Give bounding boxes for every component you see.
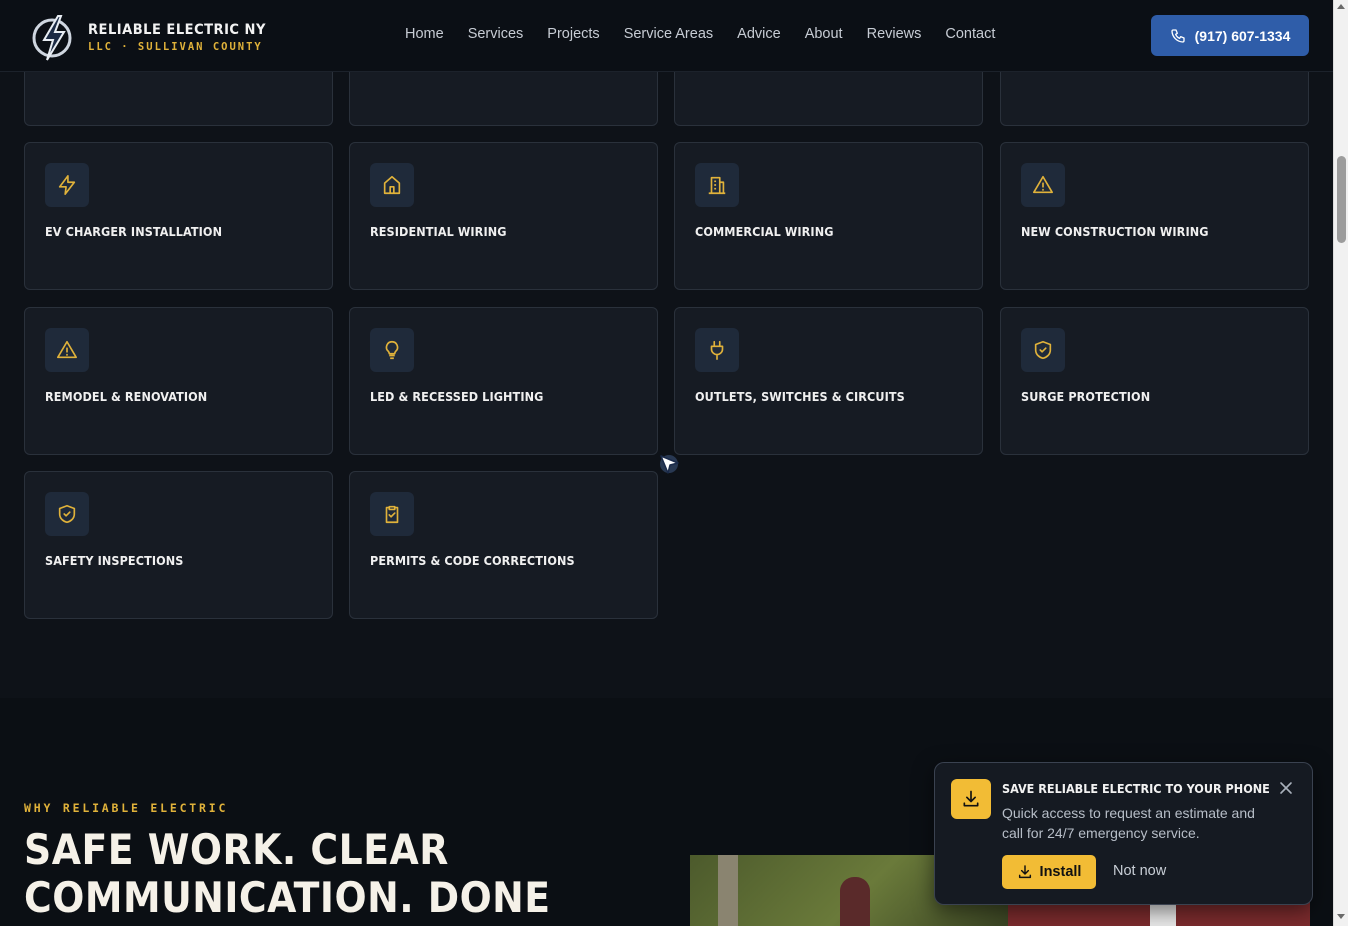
- nav-service-areas[interactable]: Service Areas: [624, 26, 713, 42]
- phone-icon: [1170, 28, 1185, 43]
- warning-icon: [45, 328, 89, 372]
- service-card-remodel[interactable]: REMODEL & RENOVATION: [24, 307, 333, 455]
- why-eyebrow: WHY RELIABLE ELECTRIC: [24, 801, 229, 815]
- nav-services[interactable]: Services: [468, 26, 524, 42]
- nav-about[interactable]: About: [805, 26, 843, 42]
- call-button-label: (917) 607-1334: [1194, 27, 1291, 44]
- scrollbar-thumb[interactable]: [1337, 156, 1346, 243]
- service-card-inspections[interactable]: SAFETY INSPECTIONS: [24, 471, 333, 619]
- nav-reviews[interactable]: Reviews: [867, 26, 922, 42]
- install-button[interactable]: Install: [1002, 855, 1096, 889]
- shield-check-icon: [45, 492, 89, 536]
- service-label: RESIDENTIAL WIRING: [370, 224, 507, 239]
- service-card-new-construction[interactable]: NEW CONSTRUCTION WIRING: [1000, 142, 1309, 290]
- bolt-icon: [45, 163, 89, 207]
- download-icon: [951, 779, 991, 819]
- nav-projects[interactable]: Projects: [547, 26, 599, 42]
- service-label: COMMERCIAL WIRING: [695, 224, 834, 239]
- service-label: SAFETY INSPECTIONS: [45, 553, 184, 568]
- service-card-residential[interactable]: RESIDENTIAL WIRING: [349, 142, 658, 290]
- install-popup-description: Quick access to request an estimate and …: [1002, 805, 1255, 841]
- service-label: PERMITS & CODE CORRECTIONS: [370, 553, 575, 568]
- nav-advice[interactable]: Advice: [737, 26, 781, 42]
- warning-icon: [1021, 163, 1065, 207]
- service-card-outlets[interactable]: OUTLETS, SWITCHES & CIRCUITS: [674, 307, 983, 455]
- scroll-down-arrow-icon[interactable]: [1337, 914, 1345, 919]
- service-card-surge[interactable]: SURGE PROTECTION: [1000, 307, 1309, 455]
- not-now-button[interactable]: Not now: [1113, 863, 1166, 879]
- service-label: NEW CONSTRUCTION WIRING: [1021, 224, 1209, 239]
- brand-subtitle: LLC · SULLIVAN COUNTY: [88, 40, 263, 53]
- building-icon: [695, 163, 739, 207]
- why-headline-line2: COMMUNICATION. DONE RIGHT.: [24, 873, 551, 926]
- shield-check-icon: [1021, 328, 1065, 372]
- brand-name: RELIABLE ELECTRIC NY: [88, 21, 266, 38]
- service-label: LED & RECESSED LIGHTING: [370, 389, 544, 404]
- service-label: REMODEL & RENOVATION: [45, 389, 208, 404]
- service-card-lighting[interactable]: LED & RECESSED LIGHTING: [349, 307, 658, 455]
- plug-icon: [695, 328, 739, 372]
- site-header: RELIABLE ELECTRIC NY LLC · SULLIVAN COUN…: [0, 0, 1333, 72]
- service-card-ev-charger[interactable]: EV CHARGER INSTALLATION: [24, 142, 333, 290]
- why-headline: SAFE WORK. CLEAR COMMUNICATION. DONE RIG…: [24, 826, 644, 926]
- why-headline-line1: SAFE WORK. CLEAR: [24, 825, 449, 874]
- install-popup: SAVE RELIABLE ELECTRIC TO YOUR PHONE Qui…: [934, 762, 1313, 905]
- logo[interactable]: RELIABLE ELECTRIC NY LLC · SULLIVAN COUN…: [28, 12, 266, 62]
- install-button-label: Install: [1039, 864, 1082, 880]
- download-icon: [1018, 865, 1031, 879]
- call-button[interactable]: (917) 607-1334: [1151, 15, 1309, 56]
- mouse-cursor-icon: [660, 455, 679, 474]
- install-popup-title: SAVE RELIABLE ELECTRIC TO YOUR PHONE: [1002, 781, 1270, 796]
- lightbulb-icon: [370, 328, 414, 372]
- service-card-commercial[interactable]: COMMERCIAL WIRING: [674, 142, 983, 290]
- close-icon[interactable]: [1278, 780, 1294, 796]
- nav-home[interactable]: Home: [405, 26, 444, 42]
- service-label: OUTLETS, SWITCHES & CIRCUITS: [695, 389, 905, 404]
- home-icon: [370, 163, 414, 207]
- scrollbar[interactable]: [1333, 0, 1348, 926]
- service-card-permits[interactable]: PERMITS & CODE CORRECTIONS: [349, 471, 658, 619]
- service-label: EV CHARGER INSTALLATION: [45, 224, 223, 239]
- clipboard-check-icon: [370, 492, 414, 536]
- scroll-up-arrow-icon[interactable]: [1337, 4, 1345, 9]
- nav-contact[interactable]: Contact: [945, 26, 995, 42]
- service-label: SURGE PROTECTION: [1021, 389, 1151, 404]
- logo-bolt-icon: [32, 15, 72, 61]
- main-nav: Home Services Projects Service Areas Adv…: [405, 26, 1019, 42]
